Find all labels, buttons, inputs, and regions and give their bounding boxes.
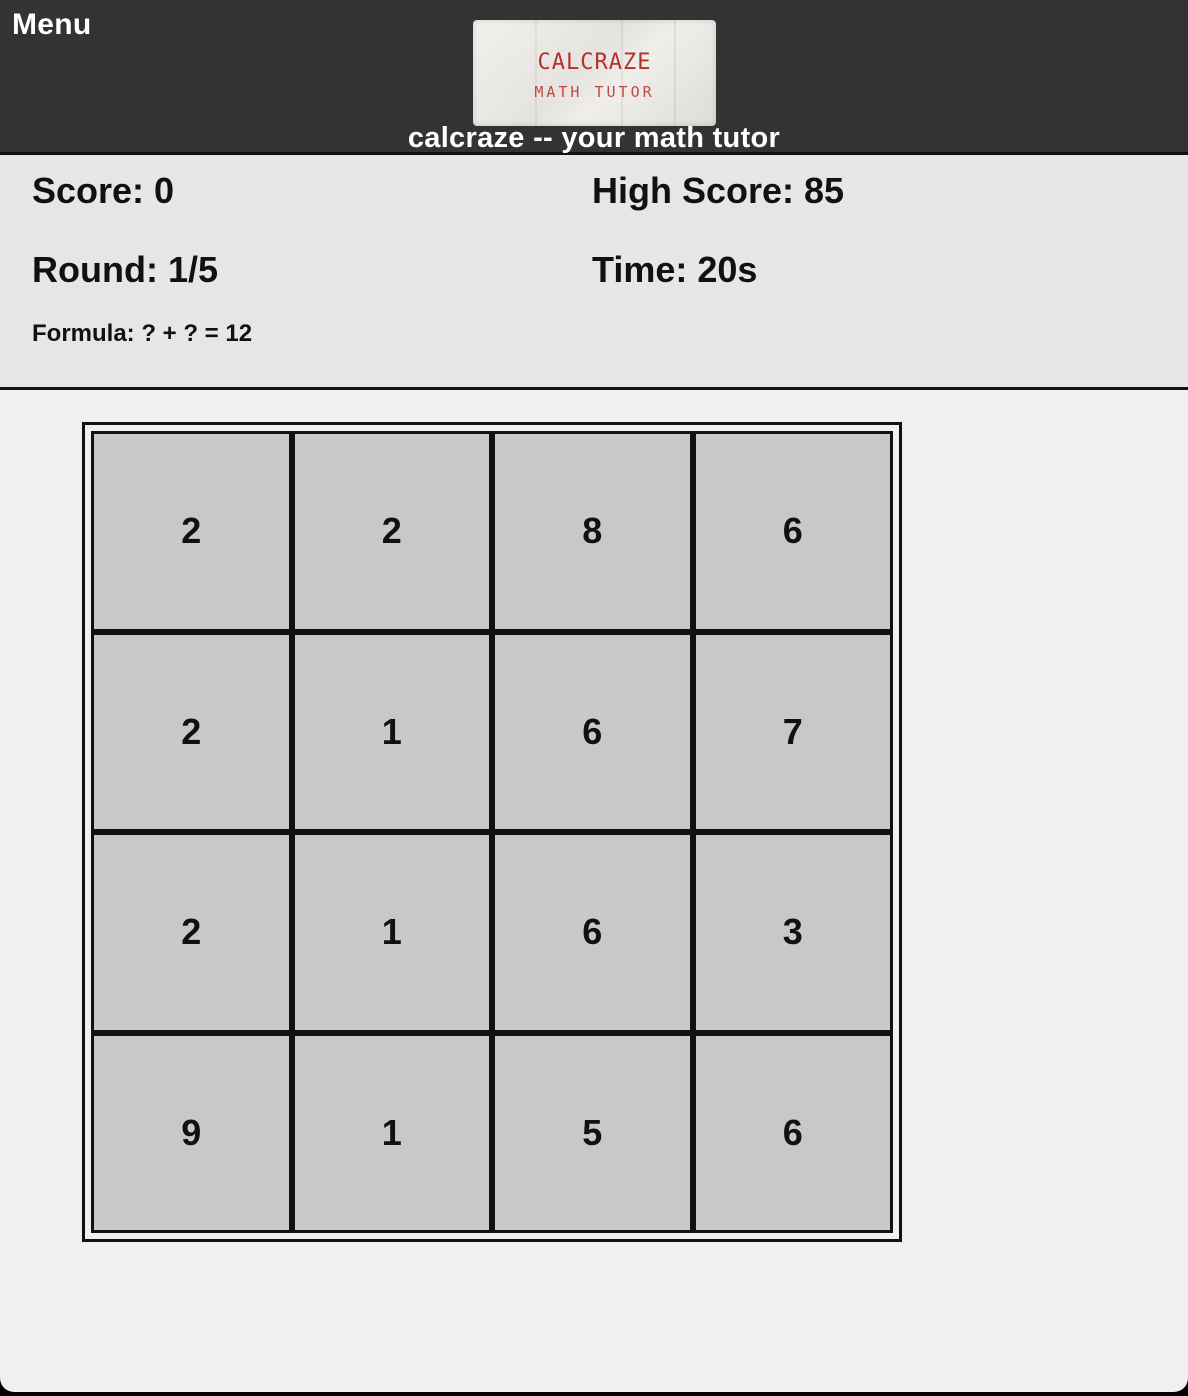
grid-cell-r2-c3[interactable]: 6 <box>495 634 690 829</box>
grid-cell-r3-c3[interactable]: 6 <box>495 835 690 1030</box>
number-board: 2 2 8 6 2 1 6 7 2 1 6 3 9 1 5 6 <box>82 422 902 1242</box>
grid-cell-r4-c2[interactable]: 1 <box>294 1035 489 1230</box>
formula-display: Formula: ? + ? = 12 <box>32 320 253 347</box>
grid-cell-r1-c1[interactable]: 2 <box>94 434 289 629</box>
high-score-display: High Score: 85 <box>592 170 845 211</box>
grid-cell-r4-c3[interactable]: 5 <box>495 1035 690 1230</box>
grid-cell-r3-c1[interactable]: 2 <box>94 835 289 1030</box>
grid-cell-r2-c2[interactable]: 1 <box>294 634 489 829</box>
round-display: Round: 1/5 <box>32 249 218 290</box>
stats-panel: Score: 0 High Score: 85 Round: 1/5 Time:… <box>0 155 1188 390</box>
grid-cell-r2-c4[interactable]: 7 <box>695 634 890 829</box>
logo-title: CALCRAZE <box>537 50 652 75</box>
app-tagline: calcraze -- your math tutor <box>407 122 781 154</box>
header-bar: Menu CALCRAZE MATH TUTOR calcraze -- you… <box>0 0 1188 155</box>
grid-cell-r1-c2[interactable]: 2 <box>294 434 489 629</box>
grid-cell-r1-c4[interactable]: 6 <box>695 434 890 629</box>
grid-cell-r4-c4[interactable]: 6 <box>695 1035 890 1230</box>
score-display: Score: 0 <box>32 170 175 211</box>
calcraze-logo: CALCRAZE MATH TUTOR <box>473 20 716 126</box>
grid-cell-r4-c1[interactable]: 9 <box>94 1035 289 1230</box>
game-window: Menu CALCRAZE MATH TUTOR calcraze -- you… <box>0 0 1188 1392</box>
grid-cell-r1-c3[interactable]: 8 <box>495 434 690 629</box>
number-grid: 2 2 8 6 2 1 6 7 2 1 6 3 9 1 5 6 <box>91 431 893 1233</box>
grid-cell-r2-c1[interactable]: 2 <box>94 634 289 829</box>
grid-cell-r3-c2[interactable]: 1 <box>294 835 489 1030</box>
grid-cell-r3-c4[interactable]: 3 <box>695 835 890 1030</box>
logo-subtitle: MATH TUTOR <box>534 83 655 101</box>
timer-display: Time: 20s <box>592 249 758 290</box>
menu-button[interactable]: Menu <box>12 8 92 42</box>
